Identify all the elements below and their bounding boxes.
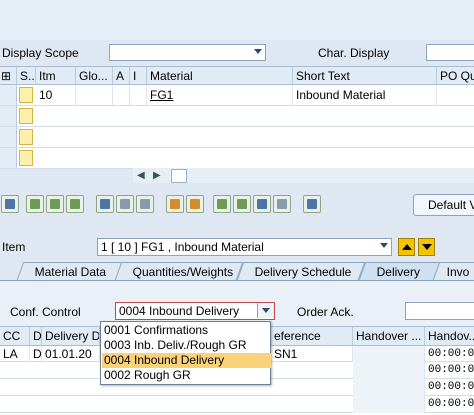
col-handover-date[interactable]: Handover ... [353, 327, 425, 345]
grid-icon[interactable] [186, 195, 204, 213]
col-po-quantity[interactable]: PO Quan [437, 67, 474, 85]
item-label: Item [2, 240, 26, 254]
row-selector[interactable] [0, 85, 17, 105]
handover-time-cell[interactable]: 00:00:0 [425, 362, 474, 379]
col-cc[interactable]: CC [0, 327, 30, 345]
table-settings-icon[interactable]: ⊞ [0, 67, 17, 85]
table-row[interactable]: 00:00:0 [0, 396, 474, 413]
col-handover-time[interactable]: Handov... [425, 327, 474, 345]
previous-item-button[interactable] [398, 238, 415, 256]
i-cell[interactable] [130, 85, 147, 105]
copy-row-icon[interactable] [166, 195, 184, 213]
delete-icon[interactable] [96, 195, 114, 213]
option-inb-deliv-rough-gr[interactable]: 0003 Inb. Deliv./Rough GR [102, 338, 271, 353]
expand-icon[interactable] [26, 195, 44, 213]
col-global[interactable]: Glo... [76, 67, 113, 85]
global-cell[interactable] [76, 85, 113, 105]
order-ack-label: Order Ack. [297, 305, 354, 319]
lock-icon[interactable] [116, 195, 134, 213]
copy-icon[interactable] [66, 195, 84, 213]
cc-cell[interactable]: LA [0, 346, 30, 362]
delivery-date-cell[interactable]: 01.01.20 [42, 346, 100, 362]
col-i[interactable]: I [130, 67, 147, 85]
unlock-icon[interactable] [136, 195, 154, 213]
handover-time-cell[interactable]: 00:00:0 [425, 379, 474, 396]
scroll-thumb[interactable] [171, 169, 187, 183]
col-delivery-date[interactable]: Delivery D [42, 327, 100, 345]
table-row[interactable]: 10 FG1 Inbound Material [0, 85, 474, 106]
arrow-down-icon [422, 244, 432, 250]
item-value: 1 [ 10 ] FG1 , Inbound Material [101, 240, 264, 254]
col-item[interactable]: Itm [36, 67, 76, 85]
conf-control-dropdown-button[interactable] [257, 303, 274, 318]
chevron-down-icon [254, 49, 262, 54]
status-box [19, 129, 33, 145]
short-text-cell[interactable]: Inbound Material [293, 85, 437, 105]
items-grid-header: ⊞ S.. Itm Glo... A I Material Short Text… [0, 66, 474, 85]
row-selector[interactable] [0, 127, 17, 147]
option-confirmations[interactable]: 0001 Confirmations [102, 323, 271, 338]
handover-date-cell[interactable] [353, 362, 425, 379]
handover-time-cell[interactable]: 00:00:0 [425, 396, 474, 413]
conf-control-label: Conf. Control [10, 305, 81, 319]
col-a[interactable]: A [113, 67, 130, 85]
display-scope-label: Display Scope [2, 46, 79, 60]
handover-time-cell[interactable]: 00:00:0 [425, 346, 474, 362]
table-row[interactable] [0, 106, 474, 127]
char-display-select[interactable] [426, 44, 474, 61]
option-rough-gr[interactable]: 0002 Rough GR [102, 368, 271, 383]
horizontal-scrollbar[interactable]: ◀ ▶ [133, 168, 474, 183]
tab-delivery[interactable]: Delivery [358, 262, 442, 280]
tab-invoice[interactable]: Invo [432, 262, 474, 280]
col-d[interactable]: D [30, 327, 42, 345]
reference-cell[interactable]: SN1 [271, 346, 353, 362]
handover-date-cell[interactable] [353, 379, 425, 396]
top-strip [0, 0, 474, 40]
table-row[interactable] [0, 127, 474, 148]
export-icon[interactable] [273, 195, 291, 213]
col-reference[interactable]: eference [271, 327, 353, 345]
table-row[interactable] [0, 148, 474, 169]
d-cell[interactable]: D [30, 346, 42, 362]
collapse-icon[interactable] [46, 195, 64, 213]
col-material[interactable]: Material [147, 67, 293, 85]
handover-date-cell[interactable] [353, 396, 425, 413]
scroll-left-icon[interactable]: ◀ [137, 170, 145, 181]
display-scope-select[interactable] [109, 44, 266, 61]
a-cell[interactable] [113, 85, 130, 105]
scroll-right-icon[interactable]: ▶ [153, 170, 161, 181]
col-status[interactable]: S.. [17, 67, 36, 85]
conf-control-select[interactable]: 0004 Inbound Delivery [115, 302, 275, 320]
filter-icon[interactable] [253, 195, 271, 213]
row-selector[interactable] [0, 106, 17, 126]
material-cell[interactable]: FG1 [147, 85, 293, 105]
order-ack-field[interactable] [405, 302, 474, 320]
details-icon[interactable] [1, 195, 19, 213]
col-short-text[interactable]: Short Text [293, 67, 437, 85]
status-box [19, 87, 33, 103]
tab-delivery-schedule[interactable]: Delivery Schedule [236, 262, 366, 280]
status-box [19, 150, 33, 166]
default-values-button[interactable]: Default V [413, 194, 474, 216]
material-link[interactable]: FG1 [150, 88, 173, 102]
chevron-down-icon [380, 243, 388, 248]
status-box [19, 108, 33, 124]
option-inbound-delivery[interactable]: 0004 Inbound Delivery [102, 353, 271, 368]
item-select[interactable]: 1 [ 10 ] FG1 , Inbound Material [97, 238, 392, 256]
tab-material-data[interactable]: Material Data [16, 262, 124, 280]
row-selector[interactable] [0, 148, 17, 168]
arrow-up-icon [402, 244, 412, 250]
char-display-label: Char. Display [318, 46, 390, 60]
handover-date-cell[interactable] [353, 346, 425, 362]
sort-icon[interactable] [233, 195, 251, 213]
settings-icon[interactable] [303, 195, 321, 213]
conf-control-dropdown-list: 0001 Confirmations 0003 Inb. Deliv./Roug… [100, 321, 271, 385]
tab-quantities-weights[interactable]: Quantities/Weights [114, 262, 244, 280]
next-item-button[interactable] [418, 238, 435, 256]
select-all-icon[interactable] [213, 195, 231, 213]
conf-control-value: 0004 Inbound Delivery [119, 304, 240, 318]
item-number[interactable]: 10 [36, 85, 76, 105]
